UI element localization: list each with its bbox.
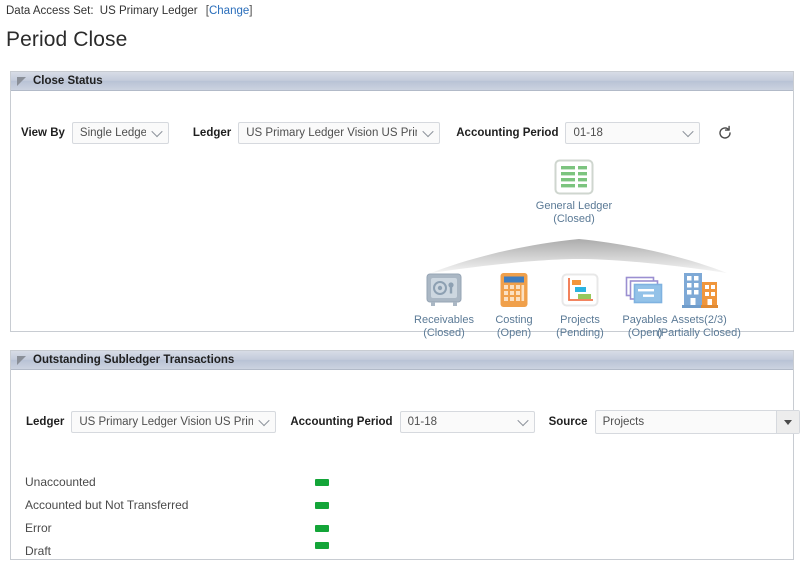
gantt-chart-icon (561, 273, 599, 307)
source-dropdown-button[interactable] (775, 411, 799, 433)
general-ledger-icon-wrap (526, 157, 622, 195)
txn-bar-cell (301, 470, 793, 493)
node-general-ledger-status: (Closed) (553, 213, 595, 225)
view-by-select[interactable]: Single Ledger (71, 122, 169, 144)
chevron-down-icon (516, 414, 529, 427)
view-by-label: View By (21, 127, 65, 139)
txn-label-unaccounted: Unaccounted (25, 474, 96, 489)
page-title: Period Close (6, 28, 128, 51)
disclosure-triangle-icon[interactable] (17, 76, 27, 86)
close-status-panel-body: View By Single Ledger Ledger US Primary … (11, 91, 793, 339)
outstanding-source-label: Source (548, 416, 588, 428)
txn-row: Draft (11, 539, 793, 562)
txn-bar-unaccounted[interactable] (315, 478, 329, 486)
data-access-set-bar: Data Access Set: US Primary Ledger [Chan… (0, 0, 802, 17)
chevron-down-icon (422, 125, 434, 138)
disclosure-triangle-icon[interactable] (17, 355, 27, 365)
data-access-set-value: US Primary Ledger (99, 5, 198, 17)
close-status-period-select[interactable]: 01-18 (565, 122, 701, 144)
outstanding-period-label: Accounting Period (290, 416, 393, 428)
outstanding-panel-header[interactable]: Outstanding Subledger Transactions (11, 351, 793, 370)
data-access-set-label: Data Access Set: (6, 5, 94, 17)
chevron-down-icon (682, 125, 695, 138)
calculator-icon (500, 273, 528, 307)
close-status-panel-header[interactable]: Close Status (11, 72, 793, 91)
txn-bar-accounted-not-transferred[interactable] (315, 501, 329, 509)
chevron-down-icon (151, 125, 163, 138)
outstanding-ledger-select[interactable]: US Primary Ledger Vision US Primary Le (71, 411, 277, 433)
txn-label-draft: Draft (25, 543, 52, 558)
close-status-period-value: 01-18 (573, 127, 603, 139)
close-status-filter-row: View By Single Ledger Ledger US Primary … (21, 122, 734, 144)
outstanding-subledger-panel: Outstanding Subledger Transactions Ledge… (10, 350, 800, 562)
outstanding-filter-row: Ledger US Primary Ledger Vision US Prima… (26, 410, 802, 434)
assets-icon-wrap (651, 271, 747, 309)
change-link[interactable]: Change (209, 5, 249, 17)
general-ledger-grid-icon (554, 159, 594, 195)
node-assets-label: Assets(2/3) (671, 314, 727, 326)
txn-row: Unaccounted (11, 470, 793, 493)
txn-label-accounted-not-transferred: Accounted but Not Transferred (25, 497, 189, 512)
txn-label-error: Error (25, 520, 52, 535)
node-general-ledger-label: General Ledger (535, 200, 613, 212)
txn-bar-draft[interactable] (315, 541, 329, 549)
txn-bar-cell (301, 516, 793, 539)
buildings-icon (682, 273, 718, 308)
close-status-panel-title: Close Status (33, 75, 103, 87)
outstanding-ledger-value: US Primary Ledger Vision US Primary Le (79, 416, 253, 428)
bracket-close: ] (249, 5, 253, 17)
outstanding-panel-body: Ledger US Primary Ledger Vision US Prima… (11, 370, 800, 562)
chevron-down-icon (258, 414, 271, 427)
node-assets-status: (Partially Closed) (657, 327, 741, 339)
txn-bar-cell (301, 493, 793, 516)
outstanding-period-select[interactable]: 01-18 (399, 411, 535, 433)
txn-row: Error (11, 516, 793, 539)
node-assets[interactable]: Assets(2/3) (Partially Closed) (651, 271, 747, 340)
refresh-icon (719, 125, 732, 139)
outstanding-panel-title: Outstanding Subledger Transactions (33, 354, 235, 366)
close-status-period-label: Accounting Period (456, 127, 559, 139)
outstanding-source-value: Projects (602, 416, 645, 428)
change-data-access-set: [Change] (206, 5, 253, 17)
view-by-value: Single Ledger (79, 127, 146, 139)
triangle-down-icon (783, 419, 792, 425)
txn-bar-cell (301, 539, 793, 562)
txn-bar-error[interactable] (315, 524, 329, 532)
close-status-ledger-label: Ledger (192, 127, 232, 139)
close-status-ledger-select[interactable]: US Primary Ledger Vision US Primary Le (238, 122, 441, 144)
close-status-panel: Close Status View By Single Ledger Ledge… (10, 71, 794, 339)
txn-row: Accounted but Not Transferred (11, 493, 793, 516)
close-status-ledger-value: US Primary Ledger Vision US Primary Le (246, 127, 417, 139)
outstanding-period-value: 01-18 (407, 416, 437, 428)
safe-vault-icon (426, 273, 462, 306)
outstanding-ledger-label: Ledger (26, 416, 65, 428)
outstanding-transactions-chart: Unaccounted Accounted but Not Transferre… (11, 470, 793, 562)
outstanding-source-select[interactable]: Projects (594, 410, 800, 434)
close-status-refresh-button[interactable] (716, 124, 734, 142)
node-general-ledger[interactable]: General Ledger (Closed) (526, 157, 622, 226)
